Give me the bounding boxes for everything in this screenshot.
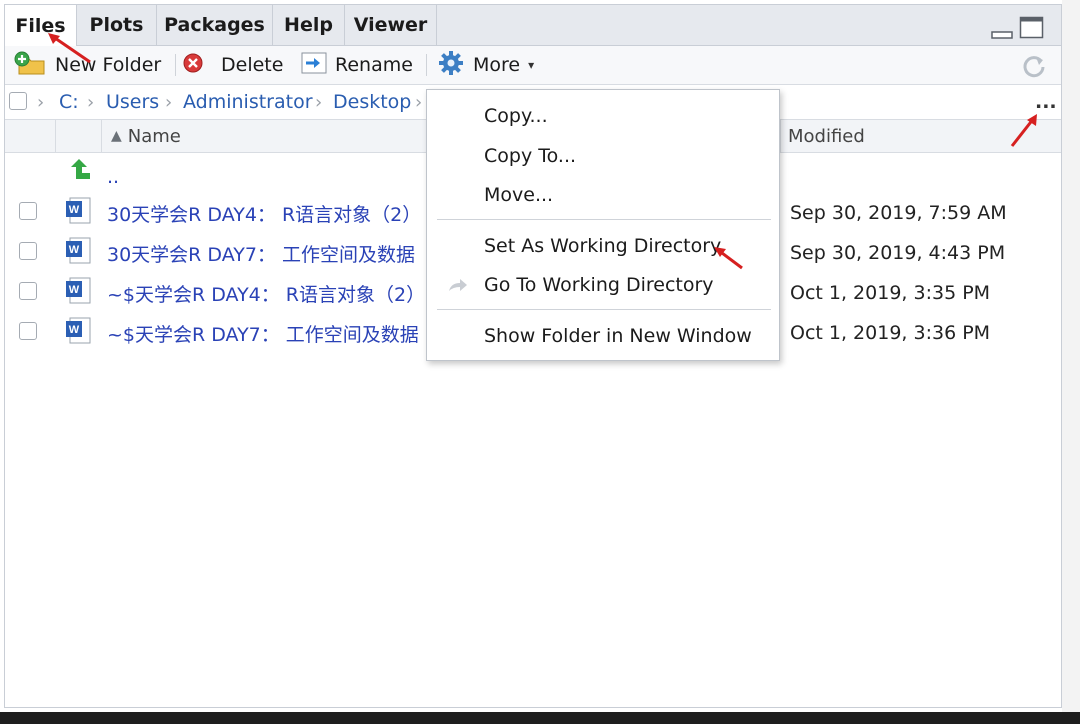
breadcrumb-item-administrator[interactable]: Administrator [183,85,313,119]
menu-item-label: Go To Working Directory [484,274,714,296]
menu-item-show-folder-new-window[interactable]: Show Folder in New Window [427,318,779,354]
svg-text:W: W [69,284,80,296]
menu-divider [437,309,771,310]
column-modified-header[interactable]: Modified [788,120,865,152]
breadcrumb-item-desktop[interactable]: Desktop [333,85,411,119]
rename-button[interactable]: Rename [301,46,413,84]
menu-item-label: Set As Working Directory [484,235,722,257]
breadcrumb-separator-icon: › [415,91,423,113]
svg-text:W: W [69,204,80,216]
file-modified: Sep 30, 2019, 4:43 PM [790,242,1006,264]
breadcrumb-separator-icon: › [315,91,323,113]
menu-item-label: Copy To... [484,145,577,167]
file-name-link[interactable]: 30天学会R DAY7： 工作空间及数据 [107,233,415,273]
menu-divider [437,219,771,220]
parent-directory-link[interactable]: .. [107,157,119,197]
file-modified: Sep 30, 2019, 7:59 AM [790,202,1007,224]
menu-item-go-to-working-directory[interactable]: Go To Working Directory [427,267,779,303]
rename-icon [301,51,327,80]
menu-item-set-working-directory[interactable]: Set As Working Directory [427,228,779,264]
new-folder-button[interactable]: New Folder [13,46,161,84]
row-checkbox[interactable] [19,242,37,260]
refresh-icon[interactable] [1021,53,1047,83]
toolbar-divider [175,54,176,76]
chevron-down-icon: ▾ [528,58,535,72]
file-modified: Oct 1, 2019, 3:36 PM [790,322,991,344]
file-name-link[interactable]: ~$天学会R DAY4： R语言对象（2） [107,273,425,313]
minimize-icon[interactable] [991,25,1013,44]
file-name-link[interactable]: 30天学会R DAY4： R语言对象（2） [107,193,421,233]
column-name-label: Name [127,125,181,147]
row-checkbox[interactable] [19,202,37,220]
column-divider [101,120,102,152]
menu-item-copy-to[interactable]: Copy To... [427,138,779,174]
word-document-icon: W [65,277,91,309]
new-folder-label: New Folder [55,54,162,76]
toolbar-divider [426,54,427,76]
svg-text:W: W [69,244,80,256]
delete-button[interactable]: Delete [183,46,283,84]
files-toolbar: New Folder Delete Rename More ▾ [5,46,1061,85]
rename-label: Rename [335,54,413,76]
delete-icon [183,53,203,78]
row-checkbox[interactable] [19,282,37,300]
delete-label: Delete [221,54,284,76]
tab-help[interactable]: Help [273,5,345,45]
tab-viewer[interactable]: Viewer [345,5,437,45]
file-modified: Oct 1, 2019, 3:35 PM [790,282,991,304]
up-arrow-icon [66,157,92,187]
menu-item-label: Copy... [484,105,548,127]
sort-ascending-icon: ▲ [111,128,122,144]
column-name-header[interactable]: ▲ Name [111,120,181,152]
menu-item-label: Show Folder in New Window [484,325,752,347]
menu-item-label: Move... [484,184,554,206]
share-arrow-icon [447,276,469,298]
menu-item-copy[interactable]: Copy... [427,98,779,134]
word-document-icon: W [65,237,91,269]
more-button[interactable]: More ▾ [437,46,534,84]
word-document-icon: W [65,317,91,349]
more-menu: Copy... Copy To... Move... Set As Workin… [426,89,780,361]
tab-files[interactable]: Files [5,5,77,46]
breadcrumb-separator-icon: › [165,91,173,113]
menu-item-move[interactable]: Move... [427,177,779,213]
row-checkbox[interactable] [19,322,37,340]
breadcrumb-item-users[interactable]: Users [106,85,159,119]
go-to-directory-button[interactable]: ... [1035,85,1057,119]
breadcrumb-item-c[interactable]: C: [59,85,79,119]
column-modified-label: Modified [788,125,865,147]
window-edge [1062,0,1080,712]
tab-plots[interactable]: Plots [77,5,157,45]
breadcrumb-separator-icon: › [37,91,45,113]
taskbar-strip [0,712,1080,724]
maximize-icon[interactable] [1019,16,1045,44]
breadcrumb-separator-icon: › [87,91,95,113]
gear-icon [437,49,465,82]
files-pane: Files Plots Packages Help Viewer New Fol… [4,4,1062,708]
more-label: More [473,54,521,76]
svg-text:W: W [69,324,80,336]
tab-bar: Files Plots Packages Help Viewer [5,5,1061,46]
column-divider [780,120,781,152]
word-document-icon: W [65,197,91,229]
file-name-link[interactable]: ~$天学会R DAY7： 工作空间及数据 [107,313,419,353]
new-folder-icon [13,50,47,81]
tab-packages[interactable]: Packages [157,5,273,45]
column-divider [55,120,56,152]
select-all-checkbox[interactable] [9,92,27,110]
